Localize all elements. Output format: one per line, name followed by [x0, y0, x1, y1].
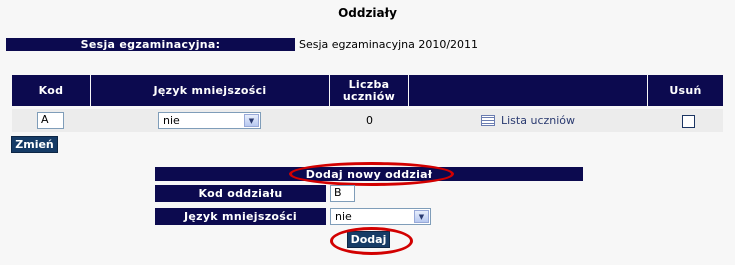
lista-link[interactable]: Lista uczniów [481, 113, 575, 127]
kod-oddzialu-label: Kod oddziału [155, 185, 326, 202]
col-header-kod: Kod [12, 75, 91, 106]
col-header-jezyk: Język mniejszości [91, 75, 330, 106]
change-button[interactable]: Zmień [11, 136, 58, 153]
col-header-lista [409, 75, 648, 106]
col-header-liczba: Liczba uczniów [330, 75, 409, 106]
col-header-usun: Usuń [648, 75, 723, 106]
chevron-down-icon[interactable]: ▼ [414, 210, 429, 223]
chevron-down-icon[interactable]: ▼ [244, 114, 259, 127]
session-value: Sesja egzaminacyjna 2010/2011 [299, 38, 479, 51]
jezyk-select[interactable]: nie ▼ [158, 112, 261, 129]
jezyk-select-value: nie [163, 114, 180, 127]
liczba-cell: 0 [330, 109, 409, 132]
add-jezyk-select-value: nie [335, 210, 352, 223]
jezyk-label: Język mniejszości [155, 208, 326, 225]
page-title: Oddziały [338, 6, 397, 20]
add-jezyk-select[interactable]: nie ▼ [330, 208, 431, 225]
usun-checkbox[interactable] [682, 115, 695, 128]
add-button[interactable]: Dodaj [347, 231, 390, 248]
liczba-value: 0 [366, 114, 373, 127]
session-label: Sesja egzaminacyjna: [6, 38, 295, 51]
lista-link-label: Lista uczniów [501, 113, 576, 127]
kod-input[interactable]: A [37, 112, 64, 129]
kod-oddzialu-input[interactable]: B [330, 185, 355, 202]
list-icon [481, 114, 495, 126]
add-form-title: Dodaj nowy oddział [155, 167, 583, 181]
